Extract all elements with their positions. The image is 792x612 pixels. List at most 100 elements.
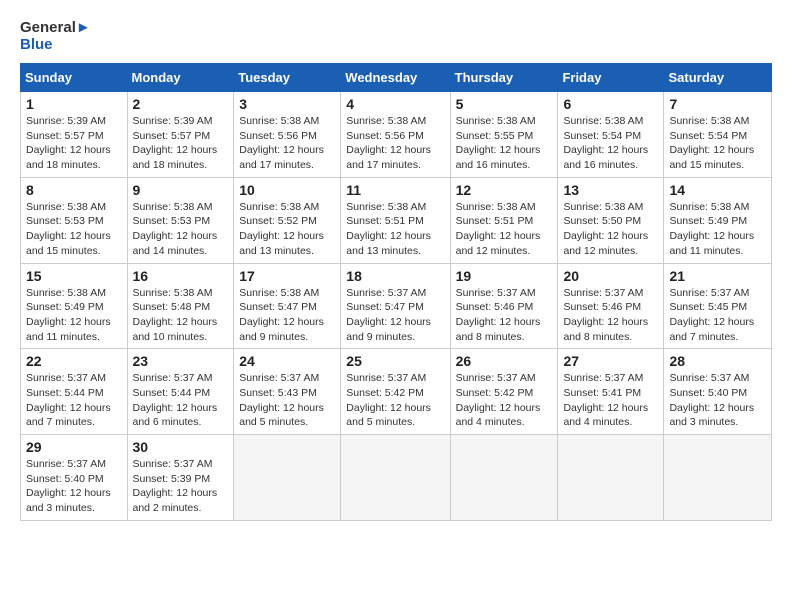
- day-info: Sunrise: 5:37 AMSunset: 5:41 PMDaylight:…: [563, 371, 658, 430]
- day-number: 13: [563, 182, 658, 198]
- day-number: 6: [563, 96, 658, 112]
- column-header-saturday: Saturday: [664, 64, 772, 92]
- calendar-cell: 2 Sunrise: 5:39 AMSunset: 5:57 PMDaylight…: [127, 92, 234, 178]
- day-info: Sunrise: 5:38 AMSunset: 5:49 PMDaylight:…: [26, 286, 122, 345]
- calendar-cell: 4 Sunrise: 5:38 AMSunset: 5:56 PMDaylight…: [341, 92, 450, 178]
- calendar-cell: 7 Sunrise: 5:38 AMSunset: 5:54 PMDaylight…: [664, 92, 772, 178]
- calendar-row: 22 Sunrise: 5:37 AMSunset: 5:44 PMDayligh…: [21, 349, 772, 435]
- day-number: 15: [26, 268, 122, 284]
- calendar-cell: 11 Sunrise: 5:38 AMSunset: 5:51 PMDayligh…: [341, 177, 450, 263]
- calendar-cell: 25 Sunrise: 5:37 AMSunset: 5:42 PMDayligh…: [341, 349, 450, 435]
- day-number: 5: [456, 96, 553, 112]
- calendar-cell: [450, 435, 558, 521]
- day-info: Sunrise: 5:37 AMSunset: 5:44 PMDaylight:…: [26, 371, 122, 430]
- calendar-row: 8 Sunrise: 5:38 AMSunset: 5:53 PMDaylight…: [21, 177, 772, 263]
- day-info: Sunrise: 5:38 AMSunset: 5:48 PMDaylight:…: [133, 286, 229, 345]
- day-number: 25: [346, 353, 444, 369]
- day-info: Sunrise: 5:38 AMSunset: 5:56 PMDaylight:…: [346, 114, 444, 173]
- day-info: Sunrise: 5:37 AMSunset: 5:39 PMDaylight:…: [133, 457, 229, 516]
- day-info: Sunrise: 5:37 AMSunset: 5:42 PMDaylight:…: [456, 371, 553, 430]
- calendar-cell: 1 Sunrise: 5:39 AMSunset: 5:57 PMDaylight…: [21, 92, 128, 178]
- calendar-cell: 3 Sunrise: 5:38 AMSunset: 5:56 PMDaylight…: [234, 92, 341, 178]
- page-header: General► Blue: [20, 20, 772, 53]
- day-number: 27: [563, 353, 658, 369]
- calendar-cell: 5 Sunrise: 5:38 AMSunset: 5:55 PMDaylight…: [450, 92, 558, 178]
- day-info: Sunrise: 5:38 AMSunset: 5:52 PMDaylight:…: [239, 200, 335, 259]
- column-header-thursday: Thursday: [450, 64, 558, 92]
- day-info: Sunrise: 5:38 AMSunset: 5:56 PMDaylight:…: [239, 114, 335, 173]
- calendar-cell: [558, 435, 664, 521]
- day-number: 19: [456, 268, 553, 284]
- day-number: 11: [346, 182, 444, 198]
- calendar-cell: 23Sunrise: 5:37 AMSunset: 5:44 PMDayligh…: [127, 349, 234, 435]
- day-number: 12: [456, 182, 553, 198]
- day-number: 18: [346, 268, 444, 284]
- day-info: Sunrise: 5:37 AMSunset: 5:45 PMDaylight:…: [669, 286, 766, 345]
- day-number: 3: [239, 96, 335, 112]
- day-number: 2: [133, 96, 229, 112]
- calendar-table: SundayMondayTuesdayWednesdayThursdayFrid…: [20, 63, 772, 521]
- day-info: Sunrise: 5:39 AMSunset: 5:57 PMDaylight:…: [26, 114, 122, 173]
- day-info: Sunrise: 5:38 AMSunset: 5:55 PMDaylight:…: [456, 114, 553, 173]
- day-info: Sunrise: 5:38 AMSunset: 5:54 PMDaylight:…: [669, 114, 766, 173]
- day-number: 16: [133, 268, 229, 284]
- day-info: Sunrise: 5:37 AMSunset: 5:46 PMDaylight:…: [456, 286, 553, 345]
- calendar-cell: 12 Sunrise: 5:38 AMSunset: 5:51 PMDayligh…: [450, 177, 558, 263]
- column-header-sunday: Sunday: [21, 64, 128, 92]
- day-info: Sunrise: 5:39 AMSunset: 5:57 PMDaylight:…: [133, 114, 229, 173]
- calendar-cell: 10 Sunrise: 5:38 AMSunset: 5:52 PMDayligh…: [234, 177, 341, 263]
- day-info: Sunrise: 5:38 AMSunset: 5:51 PMDaylight:…: [346, 200, 444, 259]
- calendar-cell: 22 Sunrise: 5:37 AMSunset: 5:44 PMDayligh…: [21, 349, 128, 435]
- calendar-row: 15 Sunrise: 5:38 AMSunset: 5:49 PMDayligh…: [21, 263, 772, 349]
- day-number: 1: [26, 96, 122, 112]
- calendar-row: 29 Sunrise: 5:37 AMSunset: 5:40 PMDayligh…: [21, 435, 772, 521]
- calendar-cell: 21 Sunrise: 5:37 AMSunset: 5:45 PMDayligh…: [664, 263, 772, 349]
- column-header-wednesday: Wednesday: [341, 64, 450, 92]
- calendar-cell: 17 Sunrise: 5:38 AMSunset: 5:47 PMDayligh…: [234, 263, 341, 349]
- day-info: Sunrise: 5:38 AMSunset: 5:47 PMDaylight:…: [239, 286, 335, 345]
- day-number: 22: [26, 353, 122, 369]
- day-number: 30: [133, 439, 229, 455]
- calendar-cell: 24 Sunrise: 5:37 AMSunset: 5:43 PMDayligh…: [234, 349, 341, 435]
- calendar-cell: [341, 435, 450, 521]
- day-info: Sunrise: 5:38 AMSunset: 5:53 PMDaylight:…: [133, 200, 229, 259]
- column-header-tuesday: Tuesday: [234, 64, 341, 92]
- day-number: 4: [346, 96, 444, 112]
- calendar-cell: 19 Sunrise: 5:37 AMSunset: 5:46 PMDayligh…: [450, 263, 558, 349]
- day-info: Sunrise: 5:37 AMSunset: 5:42 PMDaylight:…: [346, 371, 444, 430]
- calendar-cell: 27 Sunrise: 5:37 AMSunset: 5:41 PMDayligh…: [558, 349, 664, 435]
- calendar-cell: 8Sunrise: 5:38 AMSunset: 5:53 PMDaylight…: [21, 177, 128, 263]
- day-info: Sunrise: 5:38 AMSunset: 5:51 PMDaylight:…: [456, 200, 553, 259]
- calendar-row: 1 Sunrise: 5:39 AMSunset: 5:57 PMDaylight…: [21, 92, 772, 178]
- day-info: Sunrise: 5:38 AMSunset: 5:49 PMDaylight:…: [669, 200, 766, 259]
- logo-blue: Blue: [20, 37, 91, 54]
- day-number: 14: [669, 182, 766, 198]
- logo-general: General►: [20, 20, 91, 37]
- calendar-cell: 13 Sunrise: 5:38 AMSunset: 5:50 PMDayligh…: [558, 177, 664, 263]
- calendar-cell: 15 Sunrise: 5:38 AMSunset: 5:49 PMDayligh…: [21, 263, 128, 349]
- calendar-cell: 6Sunrise: 5:38 AMSunset: 5:54 PMDaylight…: [558, 92, 664, 178]
- day-info: Sunrise: 5:37 AMSunset: 5:43 PMDaylight:…: [239, 371, 335, 430]
- day-info: Sunrise: 5:37 AMSunset: 5:40 PMDaylight:…: [26, 457, 122, 516]
- day-number: 8: [26, 182, 122, 198]
- day-info: Sunrise: 5:37 AMSunset: 5:44 PMDaylight:…: [133, 371, 229, 430]
- day-number: 7: [669, 96, 766, 112]
- day-number: 24: [239, 353, 335, 369]
- calendar-cell: 14 Sunrise: 5:38 AMSunset: 5:49 PMDayligh…: [664, 177, 772, 263]
- column-header-friday: Friday: [558, 64, 664, 92]
- logo: General► Blue: [20, 20, 91, 53]
- calendar-cell: 20Sunrise: 5:37 AMSunset: 5:46 PMDayligh…: [558, 263, 664, 349]
- day-number: 17: [239, 268, 335, 284]
- day-number: 26: [456, 353, 553, 369]
- day-number: 28: [669, 353, 766, 369]
- calendar-cell: 30 Sunrise: 5:37 AMSunset: 5:39 PMDayligh…: [127, 435, 234, 521]
- day-number: 29: [26, 439, 122, 455]
- day-number: 21: [669, 268, 766, 284]
- calendar-cell: [664, 435, 772, 521]
- day-number: 9: [133, 182, 229, 198]
- day-number: 10: [239, 182, 335, 198]
- day-info: Sunrise: 5:37 AMSunset: 5:40 PMDaylight:…: [669, 371, 766, 430]
- day-info: Sunrise: 5:37 AMSunset: 5:47 PMDaylight:…: [346, 286, 444, 345]
- day-info: Sunrise: 5:38 AMSunset: 5:50 PMDaylight:…: [563, 200, 658, 259]
- day-number: 20: [563, 268, 658, 284]
